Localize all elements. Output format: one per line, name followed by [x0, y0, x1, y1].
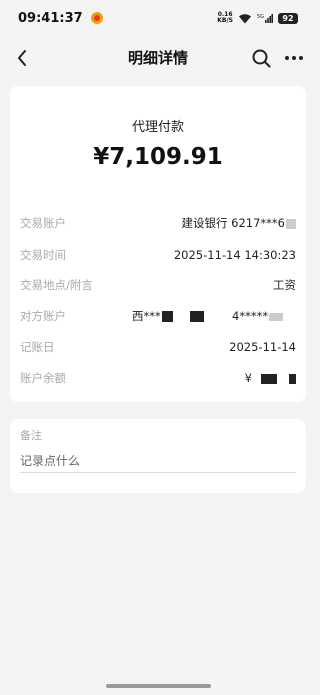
note-label: 备注 [20, 429, 42, 442]
battery-indicator: 92 [278, 12, 298, 24]
row-balance-value-text: ¥ [244, 371, 252, 385]
counterparty-name-text: 西*** [132, 309, 161, 323]
row-book-date: 记账日 2025-11-14 [20, 337, 296, 357]
masked-block [190, 311, 204, 322]
counterparty-account-text: 4***** [232, 309, 269, 323]
counterparty-name: 西*** [132, 306, 173, 326]
row-account: 交易账户 建设银行 6217***6 [20, 213, 296, 233]
masked-block [286, 218, 296, 229]
row-balance-value: ¥ [245, 368, 296, 388]
row-account-value: 建设银行 6217***6 [181, 213, 296, 233]
masked-block [161, 311, 173, 322]
search-icon [252, 49, 270, 67]
wifi-icon [238, 13, 252, 24]
transaction-amount: ¥7,109.91 [93, 144, 223, 170]
transaction-type: 代理付款 [131, 120, 184, 135]
note-card: 备注 [10, 419, 306, 493]
row-book-date-value: 2025-11-14 [229, 340, 296, 354]
row-counterparty: 对方账户 西*** 4***** [20, 306, 296, 326]
home-indicator[interactable] [106, 684, 211, 688]
masked-block [261, 373, 277, 384]
status-time: 09:41:37 [18, 10, 83, 26]
masked-block [289, 373, 296, 384]
status-bar: 09:41:37 0.16 KB/S 5G 92 [0, 0, 316, 36]
note-input[interactable] [20, 449, 296, 473]
row-place: 交易地点/附言 工资 [20, 275, 296, 295]
counterparty-account: 4***** [232, 306, 284, 326]
row-balance: 账户余额 ¥ [20, 368, 296, 388]
notification-app-icon [90, 12, 103, 24]
nav-bar: 明细详情 [0, 36, 316, 80]
row-book-date-label: 记账日 [20, 340, 55, 354]
row-account-value-text: 建设银行 6217***6 [181, 216, 286, 230]
search-button[interactable] [250, 46, 272, 70]
row-place-value: 工资 [273, 278, 296, 292]
row-counterparty-label: 对方账户 [20, 309, 66, 323]
row-place-label: 交易地点/附言 [20, 278, 93, 292]
masked-block [269, 312, 284, 321]
more-horizontal-icon [285, 56, 303, 60]
row-balance-label: 账户余额 [20, 371, 66, 385]
row-time: 交易时间 2025-11-14 14:30:23 [20, 245, 296, 265]
network-speed-unit: KB/S [217, 17, 233, 24]
network-speed: 0.16 KB/S [217, 12, 233, 24]
signal-icon: 5G [257, 13, 273, 24]
transaction-detail-card: 代理付款 ¥7,109.91 交易账户 建设银行 6217***6 交易时间 2… [10, 86, 306, 402]
status-left: 09:41:37 [18, 11, 103, 26]
status-right: 0.16 KB/S 5G 92 [217, 12, 298, 24]
more-button[interactable] [282, 46, 306, 70]
row-time-label: 交易时间 [20, 248, 66, 262]
row-time-value: 2025-11-14 14:30:23 [173, 248, 296, 262]
row-account-label: 交易账户 [20, 216, 66, 230]
svg-text:5G: 5G [257, 14, 264, 20]
